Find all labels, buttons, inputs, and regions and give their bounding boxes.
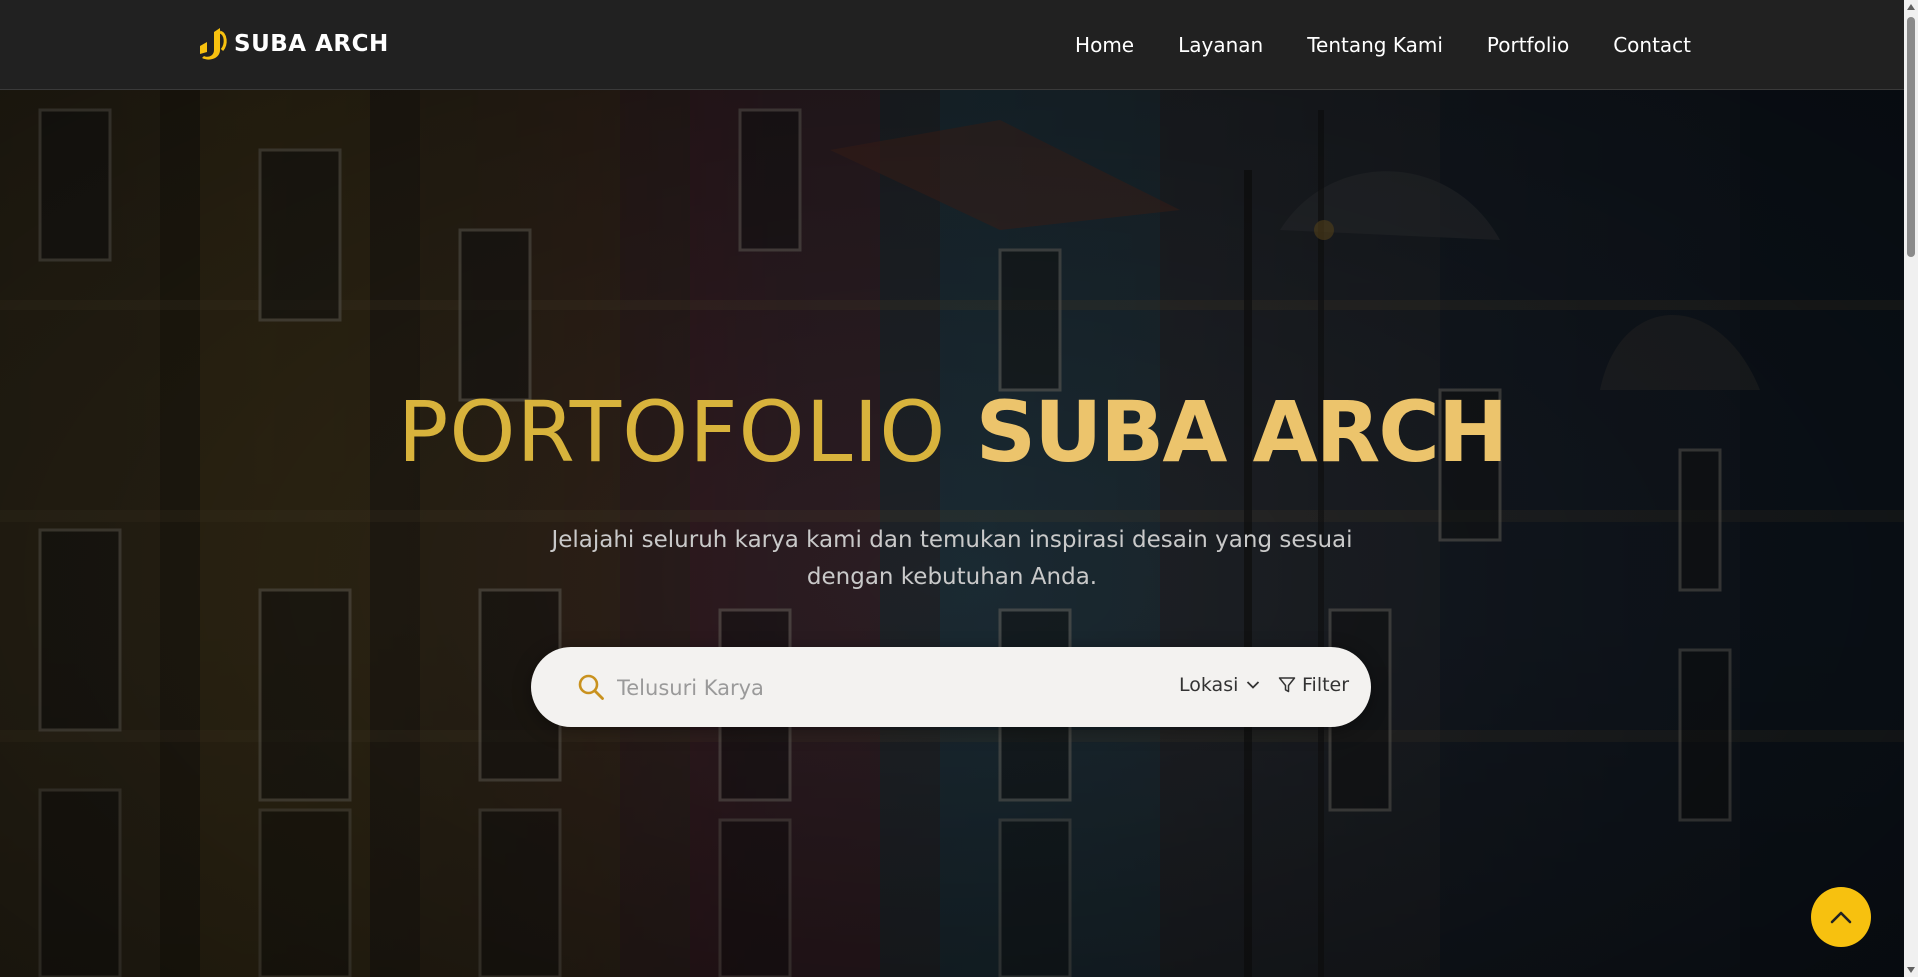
page-title-light: PORTOFOLIO (397, 383, 947, 481)
scroll-up-arrow-icon[interactable] (1906, 2, 1916, 12)
nav-item-contact[interactable]: Contact (1613, 33, 1691, 57)
nav-item-home[interactable]: Home (1075, 33, 1134, 57)
portfolio-page: SUBA ARCH Home Layanan Tentang Kami Port… (0, 0, 1918, 977)
nav-item-layanan[interactable]: Layanan (1178, 33, 1263, 57)
page-subtitle-line-2: dengan kebutuhan Anda. (806, 564, 1098, 590)
scroll-down-arrow-icon[interactable] (1906, 965, 1916, 975)
search-bar: Lokasi Filter (531, 647, 1371, 727)
main-nav: Home Layanan Tentang Kami Portfolio Cont… (1075, 0, 1691, 89)
page-subtitle-line-1: Jelajahi seluruh karya kami dan temukan … (551, 527, 1353, 553)
back-to-top-button[interactable] (1811, 887, 1871, 947)
search-icon (578, 674, 604, 700)
filter-button-label: Filter (1302, 674, 1350, 696)
search-input[interactable] (615, 665, 1139, 711)
filter-icon (1278, 677, 1296, 693)
navbar: SUBA ARCH Home Layanan Tentang Kami Port… (0, 0, 1904, 90)
scrollbar-thumb[interactable] (1907, 17, 1915, 257)
page-subtitle: Jelajahi seluruh karya kami dan temukan … (530, 522, 1374, 596)
location-dropdown-label: Lokasi (1179, 674, 1239, 696)
location-dropdown[interactable]: Lokasi (1179, 674, 1260, 696)
nav-item-portfolio[interactable]: Portfolio (1487, 33, 1569, 57)
page-title: PORTOFOLIO SUBA ARCH (0, 390, 1904, 474)
page-title-bold: SUBA ARCH (975, 383, 1509, 481)
chevron-up-icon (1830, 911, 1852, 924)
brand-name: SUBA ARCH (234, 31, 389, 57)
filter-button[interactable]: Filter (1278, 674, 1349, 696)
chevron-down-icon (1247, 681, 1260, 689)
page-scrollbar[interactable] (1904, 0, 1918, 977)
suba-arch-logo-icon (200, 28, 227, 60)
brand-logo[interactable]: SUBA ARCH (198, 24, 389, 64)
hero-section: PORTOFOLIO SUBA ARCH Jelajahi seluruh ka… (0, 90, 1904, 977)
nav-item-tentang-kami[interactable]: Tentang Kami (1307, 33, 1443, 57)
